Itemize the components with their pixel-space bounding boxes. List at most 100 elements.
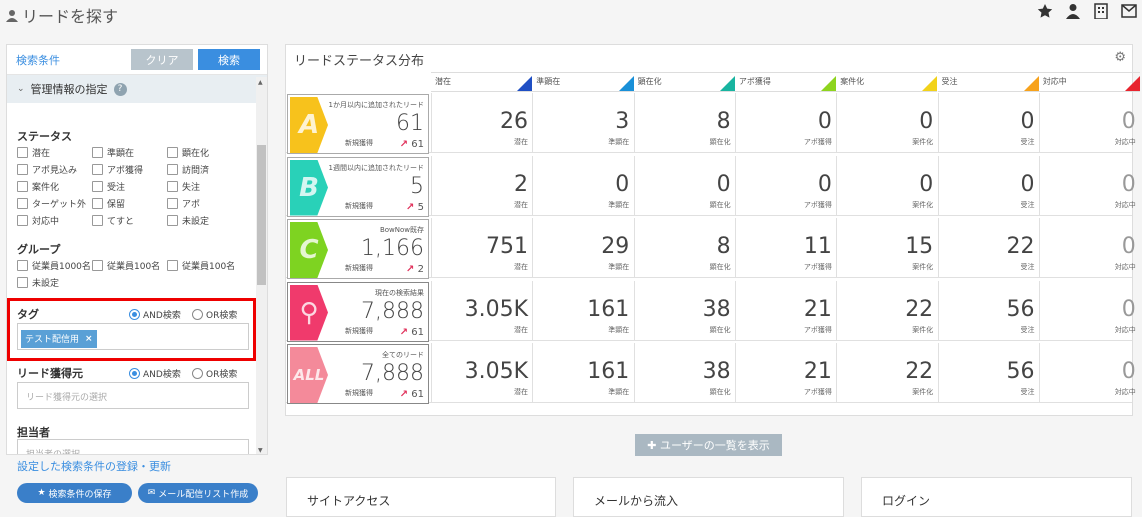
row-summary[interactable]: A 1か月以内に追加されたリード 61 新規獲得 ↗ 61 <box>287 94 429 154</box>
row-summary[interactable]: ⚲ 現在の検索結果 7,888 新規獲得 ↗ 61 <box>287 281 429 342</box>
status-cell[interactable]: 11 アポ獲得 <box>734 218 836 278</box>
status-checkbox[interactable]: ターゲット外 <box>17 197 86 210</box>
status-cell[interactable]: 161 準顕在 <box>532 343 633 403</box>
scrollbar-thumb[interactable] <box>257 145 266 285</box>
building-icon[interactable] <box>1092 2 1110 20</box>
show-users-button[interactable]: ✚ ユーザーの一覧を表示 <box>635 434 782 456</box>
status-cell[interactable]: 0 アポ獲得 <box>734 155 836 216</box>
search-button[interactable]: 検索 <box>198 49 260 70</box>
scroll-up-arrow[interactable]: ▲ <box>258 79 263 86</box>
status-cell[interactable]: 22 案件化 <box>836 280 937 341</box>
save-conditions-button[interactable]: ★ 検索条件の保存 <box>17 483 132 503</box>
card-mail-inflow: メールから流入 <box>573 477 844 517</box>
create-mail-list-button[interactable]: ✉ メール配信リスト作成 <box>138 483 258 503</box>
status-cell[interactable]: 3.05K 潜在 <box>431 343 532 403</box>
status-cell[interactable]: 21 アポ獲得 <box>734 280 836 341</box>
cell-value: 22 <box>1006 234 1035 259</box>
status-cell[interactable]: 2 潜在 <box>431 155 532 216</box>
star-icon[interactable] <box>1036 2 1054 20</box>
status-cell[interactable]: 751 潜在 <box>431 218 532 278</box>
status-checkbox[interactable]: 顕在化 <box>167 146 209 159</box>
status-cell[interactable]: 56 受注 <box>937 280 1039 341</box>
status-cell[interactable]: 56 受注 <box>937 343 1039 403</box>
save-conditions-link[interactable]: 設定した検索条件の登録・更新 <box>6 458 268 474</box>
status-checkbox[interactable]: 案件化 <box>17 180 59 193</box>
status-cell[interactable]: 0 準顕在 <box>532 155 633 216</box>
status-cell[interactable]: 0 アポ獲得 <box>734 93 836 153</box>
status-cell[interactable]: 0 対応中 <box>1038 343 1140 403</box>
group-checkbox[interactable]: 従業員100名 <box>92 259 160 272</box>
status-cell[interactable]: 0 対応中 <box>1038 280 1140 341</box>
status-cell[interactable]: 0 顕在化 <box>633 155 735 216</box>
owner-label: 担当者 <box>17 426 50 439</box>
column-color-marker <box>922 76 938 91</box>
help-icon[interactable]: ? <box>113 82 127 96</box>
cell-value: 0 <box>1121 359 1136 384</box>
status-checkbox[interactable]: てすと <box>92 214 134 227</box>
scroll-down-arrow[interactable]: ▼ <box>258 447 263 454</box>
status-cell[interactable]: 8 顕在化 <box>633 218 735 278</box>
status-cell[interactable]: 38 顕在化 <box>633 343 735 403</box>
user-icon[interactable] <box>1064 2 1082 20</box>
status-checkbox[interactable]: 保留 <box>92 197 125 210</box>
lead-row[interactable]: ⚲ 現在の検索結果 7,888 新規獲得 ↗ 61 3.05K 潜在 161 準顕在 38 顕在化 2… <box>286 280 1136 342</box>
status-cell[interactable]: 22 案件化 <box>836 343 937 403</box>
scrollbar[interactable]: ▲ ▼ <box>256 77 267 454</box>
source-and-radio[interactable]: AND検索 <box>129 367 181 380</box>
status-checkbox[interactable]: アポ <box>167 197 200 210</box>
page-title: リードを探す <box>6 3 118 27</box>
status-cell[interactable]: 0 受注 <box>937 155 1039 216</box>
status-cell[interactable]: 0 対応中 <box>1038 93 1140 153</box>
source-or-radio[interactable]: OR検索 <box>192 367 237 380</box>
status-checkbox[interactable]: 訪問済 <box>167 163 209 176</box>
status-cell[interactable]: 3.05K 潜在 <box>431 280 532 341</box>
section-header[interactable]: ⌄ 管理情報の指定 ? <box>7 75 267 103</box>
chevron-down-icon: ⌄ <box>17 84 25 94</box>
lead-row[interactable]: A 1か月以内に追加されたリード 61 新規獲得 ↗ 61 26 潜在 3 準顕在 8 顕在化 0 アポ… <box>286 93 1136 154</box>
status-cell[interactable]: 26 潜在 <box>431 93 532 153</box>
status-checkbox[interactable]: 失注 <box>167 180 200 193</box>
group-checkbox[interactable]: 従業員1000名 <box>17 259 91 272</box>
row-total: 7,888 <box>361 361 424 386</box>
status-cell[interactable]: 0 受注 <box>937 93 1039 153</box>
status-checkbox[interactable]: 対応中 <box>17 214 59 227</box>
cell-label: 受注 <box>1020 325 1035 334</box>
status-cell[interactable]: 15 案件化 <box>836 218 937 278</box>
status-checkbox[interactable]: 準顕在 <box>92 146 134 159</box>
status-cell[interactable]: 38 顕在化 <box>633 280 735 341</box>
status-checkbox[interactable]: 受注 <box>92 180 125 193</box>
row-summary[interactable]: C BowNow既存 1,166 新規獲得 ↗ 2 <box>287 219 429 279</box>
new-acquired-label: 新規獲得 <box>345 326 373 335</box>
status-cell[interactable]: 8 顕在化 <box>633 93 735 153</box>
status-cell[interactable]: 3 準顕在 <box>532 93 633 153</box>
cell-label: 顕在化 <box>709 388 731 396</box>
status-cell[interactable]: 0 案件化 <box>836 93 937 153</box>
status-cell[interactable]: 29 準顕在 <box>532 218 633 278</box>
status-checkbox[interactable]: 潜在 <box>17 146 50 159</box>
status-cell[interactable]: 21 アポ獲得 <box>734 343 836 403</box>
status-checkbox[interactable]: アポ獲得 <box>92 163 143 176</box>
row-summary[interactable]: ALL 全てのリード 7,888 新規獲得 ↗ 61 <box>287 344 429 404</box>
lead-row[interactable]: B 1週間以内に追加されたリード 5 新規獲得 ↗ 5 2 潜在 0 準顕在 0 顕在化 0 アポ獲得 0… <box>286 155 1136 217</box>
row-summary[interactable]: B 1週間以内に追加されたリード 5 新規獲得 ↗ 5 <box>287 156 429 217</box>
mail-icon[interactable] <box>1120 2 1138 20</box>
tab-search-conditions[interactable]: 検索条件 <box>7 52 131 68</box>
lead-row[interactable]: ALL 全てのリード 7,888 新規獲得 ↗ 61 3.05K 潜在 161 準顕在 38 顕在化… <box>286 343 1136 404</box>
status-cell[interactable]: 22 受注 <box>937 218 1039 278</box>
status-checkbox[interactable]: アポ見込み <box>17 163 77 176</box>
owner-input[interactable]: 担当者の選択 <box>17 439 249 454</box>
status-checkbox[interactable]: 未設定 <box>167 214 209 227</box>
cell-value: 22 <box>905 296 934 322</box>
status-cell[interactable]: 0 対応中 <box>1038 218 1140 278</box>
group-checkbox[interactable]: 従業員100名 <box>167 259 235 272</box>
status-cell[interactable]: 0 対応中 <box>1038 155 1140 216</box>
column-header: 準顕在 <box>532 72 634 92</box>
lead-row[interactable]: C BowNow既存 1,166 新規獲得 ↗ 2 751 潜在 29 準顕在 8 顕在化 11 アポ獲… <box>286 218 1136 279</box>
status-cell[interactable]: 161 準顕在 <box>532 280 633 341</box>
source-input[interactable]: リード獲得元の選択 <box>17 382 249 409</box>
gear-icon[interactable]: ⚙ <box>1114 50 1126 65</box>
group-checkbox[interactable]: 未設定 <box>17 276 59 289</box>
search-panel-footer: 設定した検索条件の登録・更新 ★ 検索条件の保存 ✉ メール配信リスト作成 <box>6 458 268 503</box>
status-cell[interactable]: 0 案件化 <box>836 155 937 216</box>
clear-button[interactable]: クリア <box>131 49 193 70</box>
